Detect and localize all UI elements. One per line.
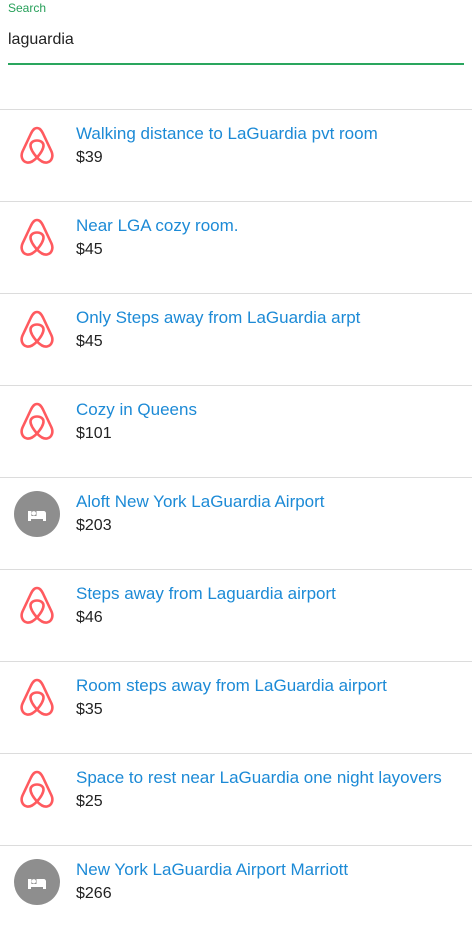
list-item[interactable]: Aloft New York LaGuardia Airport $203	[0, 477, 472, 569]
airbnb-icon	[14, 583, 60, 629]
listing-title[interactable]: Aloft New York LaGuardia Airport	[76, 492, 325, 512]
listing-title[interactable]: Cozy in Queens	[76, 400, 197, 420]
listing-price: $45	[76, 241, 103, 258]
search-label: Search	[8, 1, 47, 15]
listing-price: $203	[76, 517, 112, 534]
results-list: Walking distance to LaGuardia pvt room $…	[0, 109, 472, 937]
list-item[interactable]: Only Steps away from LaGuardia arpt $45	[0, 293, 472, 385]
search-field[interactable]: Search	[8, 0, 464, 66]
listing-title[interactable]: Near LGA cozy room.	[76, 216, 239, 236]
list-item[interactable]: Space to rest near LaGuardia one night l…	[0, 753, 472, 845]
search-input[interactable]	[8, 28, 464, 52]
airbnb-icon	[14, 123, 60, 169]
listing-price: $46	[76, 609, 103, 626]
listing-title[interactable]: Space to rest near LaGuardia one night l…	[76, 768, 442, 788]
list-item[interactable]: Cozy in Queens $101	[0, 385, 472, 477]
airbnb-icon	[14, 399, 60, 445]
list-item[interactable]: Steps away from Laguardia airport $46	[0, 569, 472, 661]
search-underline	[8, 63, 464, 65]
list-item[interactable]: Room steps away from LaGuardia airport $…	[0, 661, 472, 753]
list-item[interactable]: Near LGA cozy room. $45	[0, 201, 472, 293]
airbnb-icon	[14, 215, 60, 261]
listing-price: $39	[76, 149, 103, 166]
listing-price: $25	[76, 793, 103, 810]
list-item[interactable]: Walking distance to LaGuardia pvt room $…	[0, 109, 472, 201]
airbnb-icon	[14, 307, 60, 353]
listing-title[interactable]: New York LaGuardia Airport Marriott	[76, 860, 348, 880]
listing-title[interactable]: Walking distance to LaGuardia pvt room	[76, 124, 378, 144]
listing-title[interactable]: Room steps away from LaGuardia airport	[76, 676, 387, 696]
listing-title[interactable]: Only Steps away from LaGuardia arpt	[76, 308, 360, 328]
hotel-bed-icon	[14, 491, 60, 537]
list-item[interactable]: New York LaGuardia Airport Marriott $266	[0, 845, 472, 937]
listing-title[interactable]: Steps away from Laguardia airport	[76, 584, 336, 604]
airbnb-icon	[14, 767, 60, 813]
airbnb-icon	[14, 675, 60, 721]
listing-price: $101	[76, 425, 112, 442]
listing-price: $45	[76, 333, 103, 350]
listing-price: $266	[76, 885, 112, 902]
hotel-bed-icon	[14, 859, 60, 905]
listing-price: $35	[76, 701, 103, 718]
